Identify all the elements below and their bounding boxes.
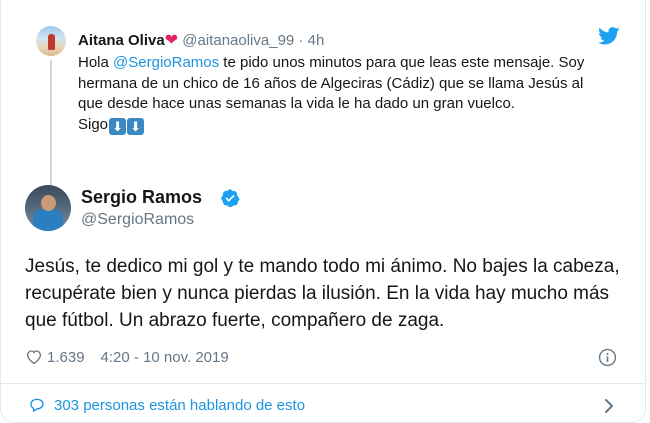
quoted-text-sigo: Sigo	[78, 115, 109, 133]
info-icon[interactable]	[598, 348, 617, 367]
like-count[interactable]: 1.639	[47, 349, 85, 366]
tweet-meta-row: 1.639 4:20 - 10 nov. 2019	[25, 346, 229, 368]
main-author-name[interactable]: Sergio Ramos	[81, 187, 202, 208]
twitter-bird-icon[interactable]	[598, 27, 620, 45]
footer-divider	[1, 383, 646, 384]
quoted-author-name[interactable]: Aitana Oliva	[78, 32, 165, 49]
quoted-tweet-header: Aitana Oliva❤ @aitanaoliva_99 · 4h	[78, 30, 324, 50]
chevron-right-icon[interactable]	[603, 398, 615, 414]
main-tweet-text: Jesús, te dedico mi gol y te mando todo …	[25, 256, 620, 331]
quoted-avatar[interactable]	[36, 26, 66, 56]
thread-connector-line	[50, 60, 52, 188]
down-arrow-emoji: ⬇	[127, 117, 145, 135]
comment-bubble-icon	[30, 398, 44, 412]
quoted-author-handle[interactable]: @aitanaoliva_99	[182, 32, 294, 49]
mention-link[interactable]: @SergioRamos	[113, 54, 219, 71]
conversation-link-label: 303 personas están hablando de esto	[54, 396, 306, 414]
separator-dot: ·	[298, 32, 304, 49]
tweet-timestamp[interactable]: 4:20 - 10 nov. 2019	[101, 349, 229, 366]
heart-emoji: ❤	[164, 32, 179, 49]
main-author-handle[interactable]: @SergioRamos	[81, 211, 194, 229]
embedded-tweet-card: Aitana Oliva❤ @aitanaoliva_99 · 4h Hola …	[0, 0, 646, 423]
down-arrow-emoji: ⬇	[109, 117, 127, 135]
main-avatar[interactable]	[25, 185, 71, 231]
quoted-text-intro: Hola	[78, 54, 114, 71]
conversation-link[interactable]: 303 personas están hablando de esto	[28, 396, 305, 414]
quoted-tweet-text: Hola @SergioRamos te pido unos minutos p…	[78, 53, 598, 135]
heart-outline-icon[interactable]	[25, 348, 43, 366]
verified-badge-icon	[221, 189, 240, 208]
quoted-tweet-time[interactable]: 4h	[308, 32, 325, 49]
